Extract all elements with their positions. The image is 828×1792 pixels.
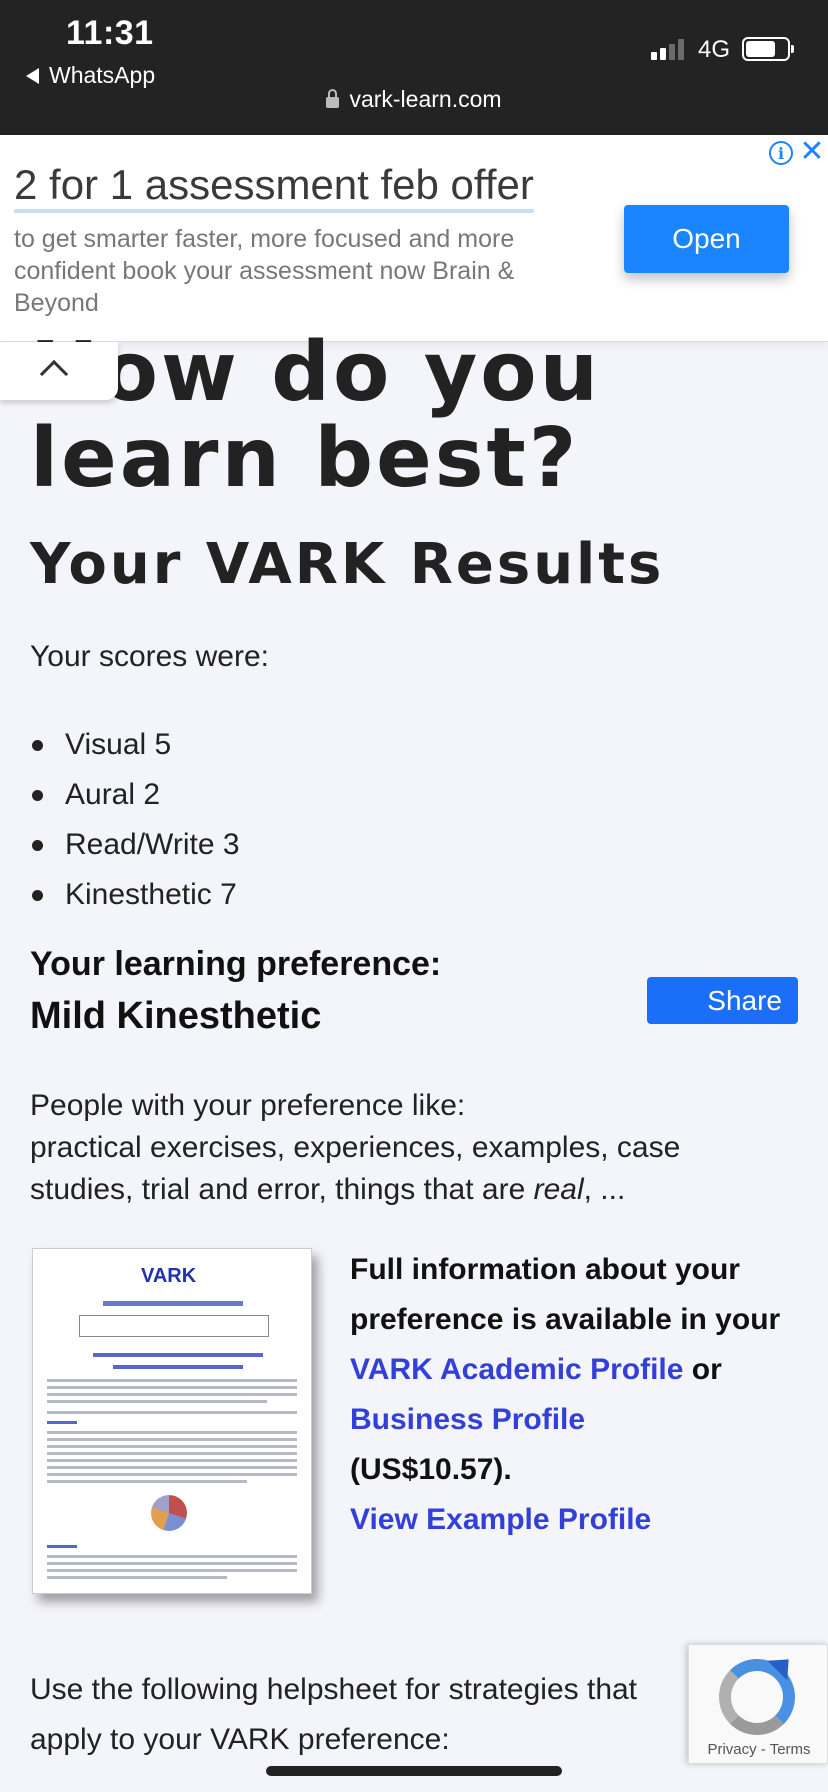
ad-title[interactable]: 2 for 1 assessment feb offer	[14, 162, 534, 214]
business-profile-link[interactable]: Business Profile	[350, 1403, 585, 1436]
list-item: Visual 5	[30, 720, 240, 770]
bullet-icon	[32, 839, 43, 851]
status-time: 11:31	[66, 14, 154, 52]
vark-logo: VARK	[141, 1265, 197, 1287]
recaptcha-badge[interactable]: Privacy - Terms	[688, 1644, 828, 1764]
back-app-label: WhatsApp	[49, 62, 156, 88]
helpsheet-text: Use the following helpsheet for strategi…	[30, 1673, 638, 1756]
people-emphasis: real	[533, 1173, 584, 1206]
scores-intro: Your scores were:	[30, 640, 270, 673]
url-text: vark-learn.com	[349, 86, 502, 112]
recaptcha-separator: -	[756, 1741, 770, 1758]
list-item: Kinesthetic 7	[30, 870, 240, 920]
ad-description: to get smarter faster, more focused and …	[14, 225, 515, 317]
network-type: 4G	[698, 36, 731, 63]
price-text: (US$10.57).	[350, 1453, 512, 1486]
scores-list: Visual 5 Aural 2 Read/Write 3 Kinestheti…	[30, 720, 240, 920]
info-or: or	[683, 1353, 722, 1386]
ad-info-icon[interactable]: i	[769, 141, 793, 165]
results-title: Your VARK Results	[30, 532, 665, 597]
list-item: Aural 2	[30, 770, 240, 820]
bullet-icon	[32, 789, 43, 801]
list-item: Read/Write 3	[30, 820, 240, 870]
score-label: Read/Write 3	[65, 828, 240, 861]
academic-profile-link[interactable]: VARK Academic Profile	[350, 1353, 683, 1386]
people-intro: People with your preference like:	[30, 1089, 466, 1122]
preference-value: Mild Kinesthetic	[30, 995, 322, 1037]
headline-line-2: learn best?	[30, 411, 580, 506]
status-bar: 11:31 WhatsApp 4G vark-learn.com	[0, 0, 828, 135]
profile-info: Full information about your preference i…	[350, 1245, 810, 1545]
recaptcha-links: Privacy - Terms	[689, 1741, 828, 1758]
privacy-link[interactable]: Privacy	[707, 1741, 756, 1758]
back-arrow-icon	[26, 67, 39, 84]
people-tail: , ...	[583, 1173, 626, 1206]
score-label: Kinesthetic 7	[65, 878, 237, 911]
bullet-icon	[32, 889, 43, 901]
terms-link[interactable]: Terms	[770, 1741, 811, 1758]
score-label: Visual 5	[65, 728, 172, 761]
bullet-icon	[32, 739, 43, 751]
score-label: Aural 2	[65, 778, 161, 811]
back-to-whatsapp-link[interactable]: WhatsApp	[26, 62, 155, 89]
home-indicator[interactable]	[266, 1766, 562, 1776]
example-profile-thumbnail[interactable]: VARK	[32, 1248, 312, 1594]
view-example-profile-link[interactable]: View Example Profile	[350, 1503, 651, 1536]
ad-open-button[interactable]: Open	[624, 205, 789, 273]
lock-icon	[326, 89, 340, 108]
cellular-signal-icon	[651, 38, 684, 60]
battery-icon	[742, 37, 794, 61]
ad-close-icon[interactable]: ✕	[798, 137, 826, 167]
address-bar[interactable]: vark-learn.com	[0, 86, 828, 113]
preference-description: People with your preference like: practi…	[30, 1085, 790, 1211]
preference-label: Your learning preference:	[30, 945, 442, 983]
chevron-up-icon	[39, 359, 69, 389]
pie-chart-icon	[151, 1495, 187, 1531]
info-text: Full information about your preference i…	[350, 1253, 781, 1336]
share-button[interactable]: Share	[647, 977, 798, 1024]
ad-banner[interactable]: 2 for 1 assessment feb offer to get smar…	[0, 135, 828, 342]
ad-collapse-button[interactable]	[0, 342, 118, 400]
